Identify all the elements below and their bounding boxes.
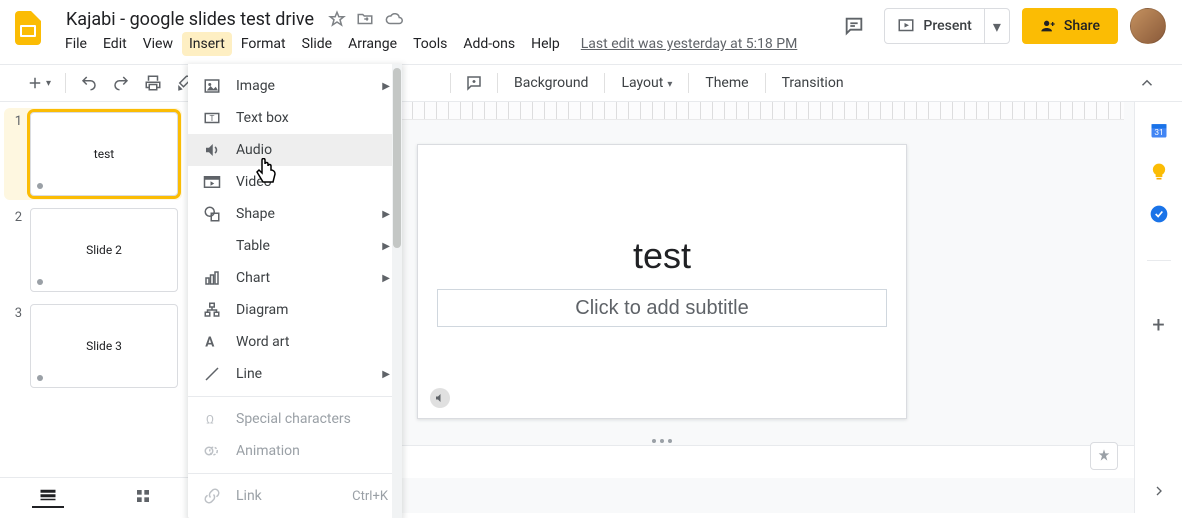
filmstrip-view-toggle (0, 477, 190, 513)
slide-canvas[interactable]: test Click to add subtitle (417, 144, 907, 419)
menu-format[interactable]: Format (234, 32, 293, 56)
link-icon (202, 487, 222, 505)
menu-help[interactable]: Help (524, 32, 567, 56)
tasks-icon[interactable] (1149, 204, 1169, 224)
svg-text:A: A (205, 335, 215, 351)
print-button[interactable] (138, 70, 168, 96)
slide-thumbnail[interactable]: Slide 3 (30, 304, 178, 388)
title-icons (328, 10, 404, 28)
insert-link: LinkCtrl+K (188, 480, 402, 512)
insert-video[interactable]: Video (188, 166, 402, 198)
menu-edit[interactable]: Edit (96, 32, 134, 56)
slide-thumbnail[interactable]: Slide 2 (30, 208, 178, 292)
comments-icon[interactable] (836, 8, 872, 44)
present-icon (897, 17, 915, 35)
specialchar-icon: Ω (202, 410, 222, 428)
diagram-icon (202, 301, 222, 319)
textbox-icon: T (202, 109, 222, 127)
side-panel: 31 + (1134, 102, 1182, 513)
hide-sidepanel-icon[interactable] (1151, 483, 1167, 499)
line-icon (202, 365, 222, 383)
menu-addons[interactable]: Add-ons (456, 32, 522, 56)
menu-view[interactable]: View (136, 32, 180, 56)
chart-icon (202, 269, 222, 287)
shape-icon (202, 205, 222, 223)
editor-toolbar: ▾ Background Layout Theme Transition (0, 64, 1182, 102)
insert-wordart[interactable]: AWord art (188, 326, 402, 358)
video-icon (202, 173, 222, 191)
thumb-number: 3 (8, 304, 22, 388)
svg-text:T: T (210, 114, 215, 124)
star-icon[interactable] (328, 10, 346, 28)
menu-tools[interactable]: Tools (406, 32, 454, 56)
insert-shape[interactable]: Shape▶ (188, 198, 402, 230)
move-icon[interactable] (356, 10, 374, 28)
undo-button[interactable] (74, 70, 104, 96)
background-button[interactable]: Background (506, 71, 596, 95)
layout-button[interactable]: Layout (613, 71, 680, 95)
insert-textbox[interactable]: TText box (188, 102, 402, 134)
thumb-number: 2 (8, 208, 22, 292)
redo-button[interactable] (106, 70, 136, 96)
present-dropdown[interactable]: ▾ (984, 9, 1009, 43)
svg-text:Ω: Ω (206, 413, 214, 427)
dropdown-scrollbar[interactable] (392, 64, 402, 518)
slide-filmstrip[interactable]: 1 test 2 Slide 2 3 Slide 3 (0, 102, 190, 513)
transition-button[interactable]: Transition (774, 71, 852, 95)
add-comment-button[interactable] (459, 70, 489, 96)
collapse-toolbar-icon[interactable] (1132, 70, 1162, 96)
new-slide-button[interactable]: ▾ (20, 70, 57, 96)
animation-icon (202, 442, 222, 460)
insert-chart[interactable]: Chart▶ (188, 262, 402, 294)
wordart-icon: A (202, 333, 222, 351)
slide-thumbnail[interactable]: test (30, 112, 178, 196)
insert-diagram[interactable]: Diagram (188, 294, 402, 326)
account-avatar[interactable] (1130, 8, 1166, 44)
insert-specialchar: ΩSpecial characters (188, 403, 402, 435)
present-button[interactable]: Present (885, 9, 983, 43)
menu-arrange[interactable]: Arrange (341, 32, 404, 56)
slides-logo-icon[interactable] (8, 8, 48, 48)
insert-menu-dropdown: Image▶TText boxAudioVideoShape▶Table▶Cha… (188, 64, 402, 518)
menu-file[interactable]: File (58, 32, 94, 56)
person-add-icon (1040, 18, 1056, 34)
insert-animation: Animation (188, 435, 402, 467)
addons-plus-icon[interactable]: + (1152, 313, 1164, 338)
doc-title[interactable]: Kajabi - google slides test drive (62, 8, 318, 31)
audio-icon (202, 141, 222, 159)
calendar-icon[interactable]: 31 (1149, 120, 1169, 140)
share-button[interactable]: Share (1022, 8, 1118, 44)
slide-subtitle-placeholder[interactable]: Click to add subtitle (437, 289, 887, 327)
app-header: Kajabi - google slides test drive File E… (0, 0, 1182, 64)
insert-audio[interactable]: Audio (188, 134, 402, 166)
theme-button[interactable]: Theme (697, 71, 756, 95)
insert-image[interactable]: Image▶ (188, 70, 402, 102)
menu-slide[interactable]: Slide (295, 32, 339, 56)
slide-title-text[interactable]: test (633, 235, 691, 277)
last-edit-link[interactable]: Last edit was yesterday at 5:18 PM (581, 36, 798, 52)
list-view-icon[interactable] (32, 484, 64, 508)
menu-insert[interactable]: Insert (182, 32, 232, 56)
grid-view-icon[interactable] (127, 484, 159, 508)
insert-line[interactable]: Line▶ (188, 358, 402, 390)
keep-icon[interactable] (1149, 162, 1169, 182)
thumb-number: 1 (8, 112, 22, 196)
explore-button[interactable] (1090, 442, 1118, 470)
audio-indicator-icon[interactable] (430, 388, 450, 408)
menu-bar: File Edit View Insert Format Slide Arran… (56, 30, 836, 58)
svg-text:31: 31 (1154, 128, 1163, 138)
image-icon (202, 77, 222, 95)
insert-table[interactable]: Table▶ (188, 230, 402, 262)
cloud-icon[interactable] (384, 10, 404, 28)
